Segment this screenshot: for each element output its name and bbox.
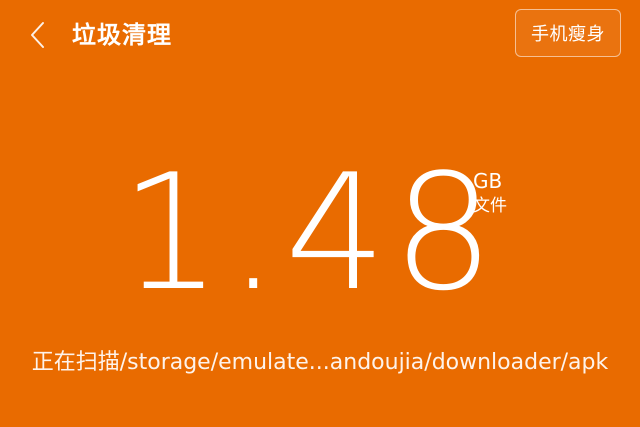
size-unit-block: GB 文件 <box>473 168 507 218</box>
size-unit-sub: 文件 <box>473 196 507 216</box>
page-title: 垃圾清理 <box>72 21 172 49</box>
size-unit: GB <box>473 169 503 193</box>
phone-slim-button[interactable]: 手机瘦身 <box>515 9 621 57</box>
junk-size-value: 1.48 <box>120 139 501 326</box>
back-button[interactable] <box>22 18 52 52</box>
scan-status-text: 正在扫描/storage/emulate...andoujia/download… <box>31 350 609 375</box>
junk-cleanup-screen: 垃圾清理 手机瘦身 1.48 GB 文件 正在扫描/storage/emulat… <box>0 0 640 427</box>
chevron-left-icon <box>31 22 44 48</box>
